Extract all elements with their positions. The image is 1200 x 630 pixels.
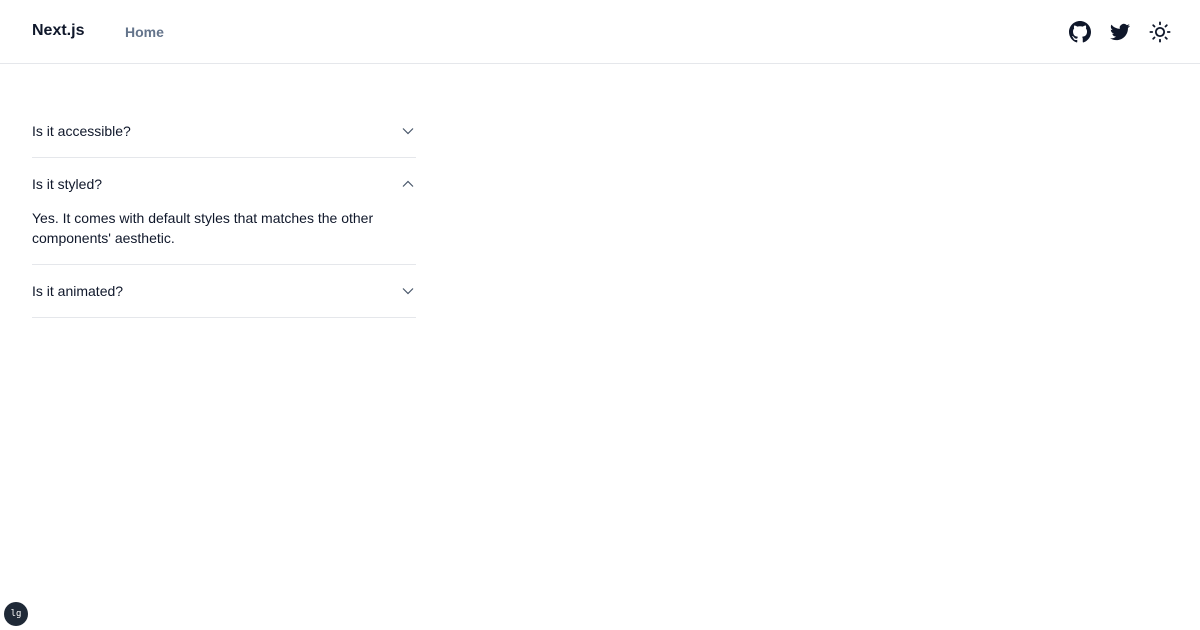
faq-accordion: Is it accessible? Is it styled? Yes. It … bbox=[32, 105, 416, 318]
brand-link[interactable]: Next.js bbox=[32, 21, 84, 41]
accordion-answer: Yes. It comes with default styles that m… bbox=[32, 210, 374, 246]
accordion-item-accessible: Is it accessible? bbox=[32, 105, 416, 158]
accordion-question: Is it styled? bbox=[32, 176, 103, 192]
accordion-item-styled: Is it styled? Yes. It comes with default… bbox=[32, 158, 416, 265]
sun-icon[interactable] bbox=[1148, 20, 1172, 44]
accordion-trigger-animated[interactable]: Is it animated? bbox=[32, 265, 416, 317]
github-icon[interactable] bbox=[1068, 20, 1092, 44]
chevron-down-icon bbox=[400, 123, 416, 139]
accordion-question: Is it animated? bbox=[32, 283, 124, 299]
site-header: Next.js Home bbox=[0, 0, 1200, 64]
accordion-trigger-styled[interactable]: Is it styled? bbox=[32, 158, 416, 210]
accordion-question: Is it accessible? bbox=[32, 123, 131, 139]
chevron-down-icon bbox=[400, 283, 416, 299]
accordion-item-animated: Is it animated? bbox=[32, 265, 416, 318]
header-actions bbox=[1068, 20, 1172, 44]
chevron-up-icon bbox=[400, 176, 416, 192]
accordion-trigger-accessible[interactable]: Is it accessible? bbox=[32, 105, 416, 157]
nav-link-home[interactable]: Home bbox=[125, 22, 164, 42]
twitter-icon[interactable] bbox=[1108, 20, 1132, 44]
dev-breakpoint-badge: lg bbox=[4, 602, 28, 626]
